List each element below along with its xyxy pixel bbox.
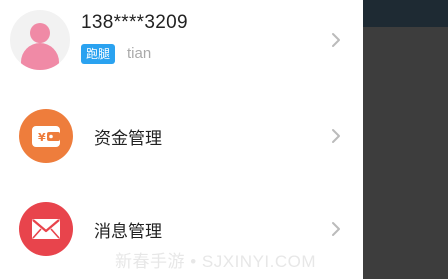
phone-number: 138****3209 — [81, 12, 188, 33]
avatar-head — [30, 23, 50, 43]
menu-item-fund-management[interactable]: ¥ 资金管理 — [0, 103, 363, 169]
envelope-icon — [19, 202, 73, 256]
role-badge: 跑腿 — [81, 44, 116, 64]
overlay-top-bar — [363, 0, 448, 27]
chevron-right-icon — [332, 222, 340, 236]
dim-overlay[interactable] — [363, 0, 448, 279]
wallet-icon: ¥ — [19, 109, 73, 163]
username: tian — [127, 45, 152, 62]
menu-item-label: 资金管理 — [94, 129, 162, 148]
navigation-drawer: 138****3209 跑腿 tian ¥ 资金管理 消息管理 新春手游 • S… — [0, 0, 363, 279]
chevron-right-icon — [332, 129, 340, 143]
watermark: 新春手游 • SJXINYI.COM — [115, 252, 317, 271]
chevron-right-icon[interactable] — [330, 32, 342, 48]
profile-header[interactable]: 138****3209 跑腿 tian — [0, 0, 363, 82]
avatar-body — [21, 43, 59, 70]
user-avatar-icon[interactable] — [10, 10, 70, 70]
menu-item-label: 消息管理 — [94, 222, 162, 241]
svg-text:¥: ¥ — [38, 131, 46, 144]
